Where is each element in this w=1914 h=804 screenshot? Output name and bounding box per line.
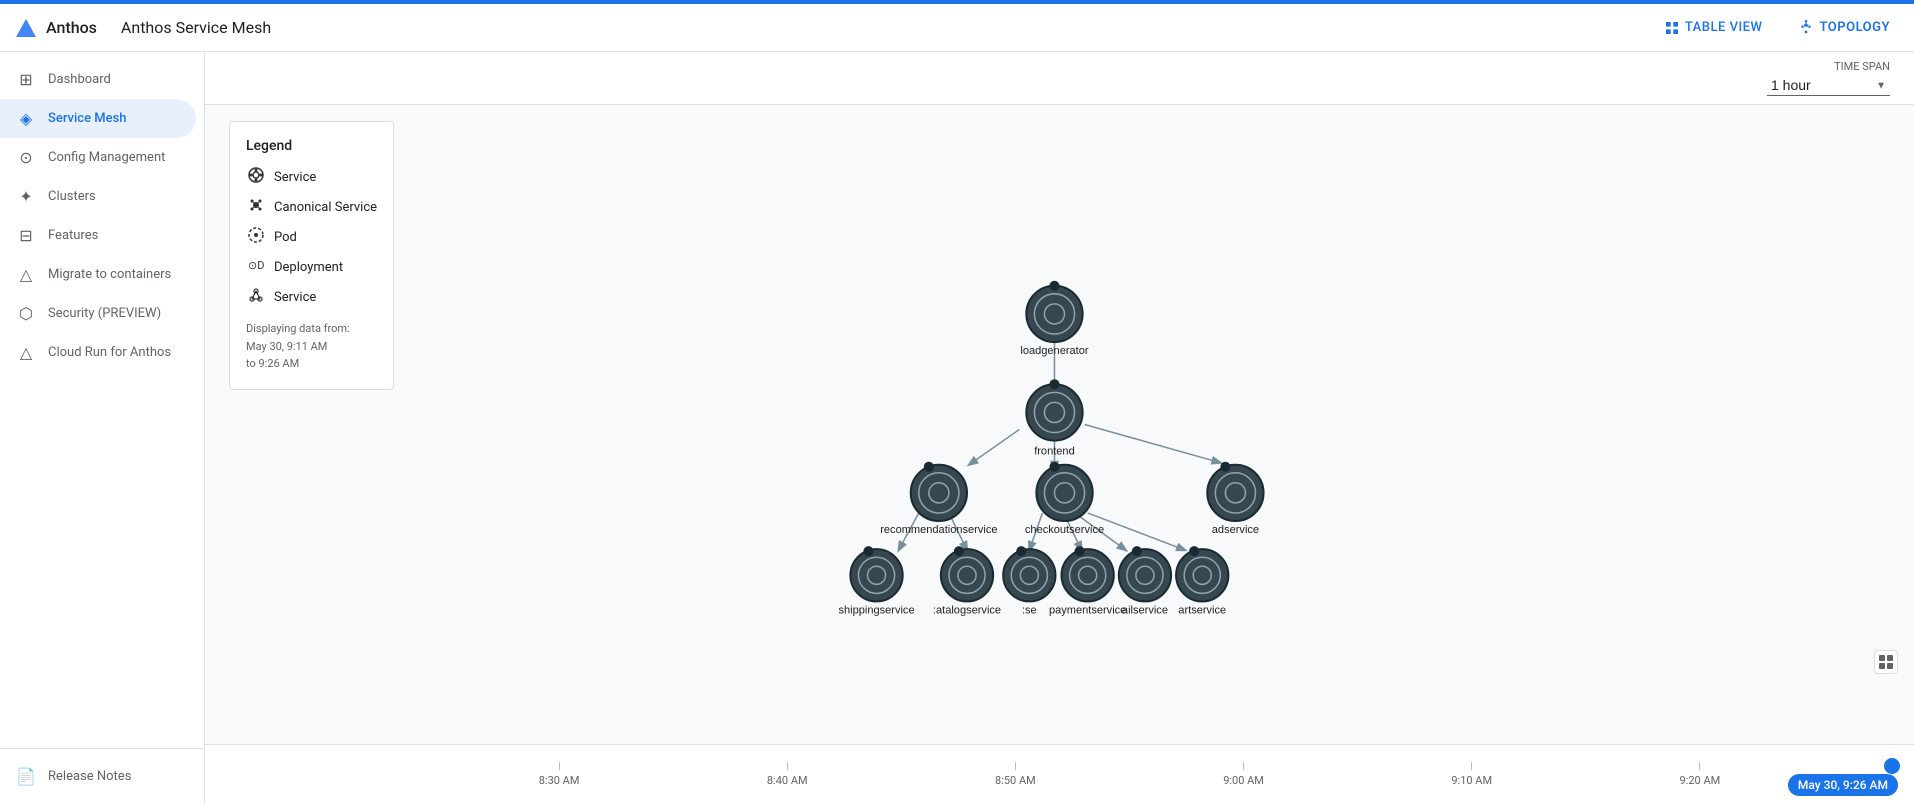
- top-bar-actions: TABLE VIEW TOPOLOGY: [1656, 16, 1898, 40]
- legend-deployment-icon: ⊙D: [246, 256, 266, 278]
- node-label-shippingservice: shippingservice: [838, 604, 914, 616]
- sidebar-item-config-management[interactable]: ⊙ Config Management: [0, 138, 196, 177]
- legend-service-icon: [246, 166, 266, 188]
- tick-mark: [1243, 762, 1244, 770]
- node-catalogservice[interactable]: :atalogservice: [933, 546, 1001, 616]
- timeline-tick-0: 8:30 AM: [539, 762, 580, 787]
- timeline-current-badge: May 30, 9:26 AM: [1788, 774, 1898, 796]
- sidebar-item-cloud-run[interactable]: △ Cloud Run for Anthos: [0, 333, 196, 372]
- sidebar-bottom: 📄 Release Notes: [0, 748, 204, 796]
- legend-item-service: Service: [246, 166, 377, 188]
- time-span-select-wrapper: 1 hour Last 5 minutes Last 15 minutes La…: [1767, 75, 1890, 96]
- grid-view-button[interactable]: [1874, 650, 1898, 674]
- node-label-paymentservice: paymentservice: [1049, 604, 1126, 616]
- node-frontend[interactable]: frontend: [1026, 379, 1082, 457]
- migrate-icon: △: [16, 265, 36, 284]
- top-bar: Anthos Anthos Service Mesh TABLE VIEW TO…: [0, 4, 1914, 52]
- config-icon: ⊙: [16, 148, 36, 167]
- tick-label-1: 8:40 AM: [767, 774, 808, 787]
- tick-label-2: 8:50 AM: [995, 774, 1036, 787]
- tick-label-5: 9:20 AM: [1680, 774, 1721, 787]
- legend-item-canonical-service: Canonical Service: [246, 196, 377, 218]
- topology-graph: loadgenerator frontend recommendatio: [205, 105, 1914, 744]
- topology-view-button[interactable]: TOPOLOGY: [1790, 16, 1898, 40]
- sidebar: ⊞ Dashboard ◈ Service Mesh ⊙ Config Mana…: [0, 52, 205, 804]
- legend-pod-icon: [246, 226, 266, 248]
- cloud-run-icon: △: [16, 343, 36, 362]
- node-label-loadgenerator: loadgenerator: [1020, 345, 1088, 357]
- content-area: Time Span 1 hour Last 5 minutes Last 15 …: [205, 52, 1914, 804]
- tick-label-4: 9:10 AM: [1451, 774, 1492, 787]
- sidebar-item-security[interactable]: ⬡ Security (PREVIEW): [0, 294, 196, 333]
- sidebar-item-migrate-containers[interactable]: △ Migrate to containers: [0, 255, 196, 294]
- node-ailservice[interactable]: ailservice: [1119, 546, 1171, 616]
- timeline-tick-5: 9:20 AM: [1680, 762, 1721, 787]
- service-mesh-icon: ◈: [16, 109, 36, 128]
- legend-date-info: Displaying data from: May 30, 9:11 AM to…: [246, 320, 377, 373]
- tick-mark: [559, 762, 560, 770]
- node-se[interactable]: :se: [1003, 546, 1055, 616]
- legend-title: Legend: [246, 138, 377, 154]
- table-view-icon: [1664, 20, 1680, 36]
- tick-mark: [787, 762, 788, 770]
- node-label-frontend: frontend: [1034, 446, 1075, 458]
- timeline-tick-4: 9:10 AM: [1451, 762, 1492, 787]
- node-shippingservice[interactable]: shippingservice: [838, 546, 914, 616]
- node-label-catalogservice: :atalogservice: [933, 604, 1001, 616]
- svg-text:⊙D: ⊙D: [248, 259, 264, 272]
- main-layout: ⊞ Dashboard ◈ Service Mesh ⊙ Config Mana…: [0, 52, 1914, 804]
- node-recommendationservice[interactable]: recommendationservice: [880, 462, 997, 536]
- legend-item-pod: Pod: [246, 226, 377, 248]
- page-title: Anthos Service Mesh: [121, 18, 271, 37]
- release-notes-icon: 📄: [16, 767, 36, 786]
- node-label-checkoutservice: checkoutservice: [1025, 524, 1104, 536]
- app-logo: Anthos: [16, 18, 97, 37]
- sidebar-item-service-mesh[interactable]: ◈ Service Mesh: [0, 99, 196, 138]
- timeline-ticks: 8:30 AM 8:40 AM 8:50 AM 9:00 AM 9:10 AM: [205, 762, 1914, 787]
- node-label-recommendationservice: recommendationservice: [880, 524, 997, 536]
- table-view-button[interactable]: TABLE VIEW: [1656, 16, 1771, 40]
- timeline-current-indicator: [1884, 758, 1900, 774]
- node-label-ailservice: ailservice: [1122, 604, 1168, 616]
- node-label-se: :se: [1022, 604, 1037, 616]
- legend-panel: Legend Service Canonical Service: [229, 121, 394, 390]
- tick-mark: [1699, 762, 1700, 770]
- timeline-tick-2: 8:50 AM: [995, 762, 1036, 787]
- dashboard-icon: ⊞: [16, 70, 36, 89]
- security-icon: ⬡: [16, 304, 36, 323]
- tick-label-3: 9:00 AM: [1223, 774, 1264, 787]
- legend-service2-icon: [246, 286, 266, 308]
- sidebar-item-clusters[interactable]: ✦ Clusters: [0, 177, 196, 216]
- anthos-logo-icon: [16, 19, 36, 37]
- legend-item-service2: Service: [246, 286, 377, 308]
- content-header: Time Span 1 hour Last 5 minutes Last 15 …: [205, 52, 1914, 105]
- node-artservice[interactable]: artservice: [1176, 546, 1228, 616]
- graph-area: Legend Service Canonical Service: [205, 105, 1914, 744]
- sidebar-item-dashboard[interactable]: ⊞ Dashboard: [0, 60, 196, 99]
- timeline-tick-3: 9:00 AM: [1223, 762, 1264, 787]
- sidebar-item-features[interactable]: ⊟ Features: [0, 216, 196, 255]
- app-name: Anthos: [46, 18, 97, 37]
- timeline: 8:30 AM 8:40 AM 8:50 AM 9:00 AM 9:10 AM: [205, 744, 1914, 804]
- legend-item-deployment: ⊙D Deployment: [246, 256, 377, 278]
- features-icon: ⊟: [16, 226, 36, 245]
- node-loadgenerator[interactable]: loadgenerator: [1020, 281, 1088, 357]
- tick-label-0: 8:30 AM: [539, 774, 580, 787]
- tick-mark: [1471, 762, 1472, 770]
- tick-mark: [1015, 762, 1016, 770]
- timeline-tick-1: 8:40 AM: [767, 762, 808, 787]
- node-label-adservice: adservice: [1212, 524, 1259, 536]
- time-span-container: Time Span 1 hour Last 5 minutes Last 15 …: [1767, 60, 1890, 96]
- clusters-icon: ✦: [16, 187, 36, 206]
- time-span-label: Time Span 1 hour Last 5 minutes Last 15 …: [1767, 60, 1890, 96]
- legend-canonical-icon: [246, 196, 266, 218]
- sidebar-item-release-notes[interactable]: 📄 Release Notes: [0, 757, 196, 796]
- node-paymentservice[interactable]: paymentservice: [1049, 546, 1126, 616]
- node-checkoutservice[interactable]: checkoutservice: [1025, 462, 1104, 536]
- topology-icon: [1798, 20, 1814, 36]
- node-label-artservice: artservice: [1178, 604, 1226, 616]
- node-adservice[interactable]: adservice: [1207, 462, 1263, 536]
- time-span-select[interactable]: 1 hour Last 5 minutes Last 15 minutes La…: [1767, 75, 1890, 96]
